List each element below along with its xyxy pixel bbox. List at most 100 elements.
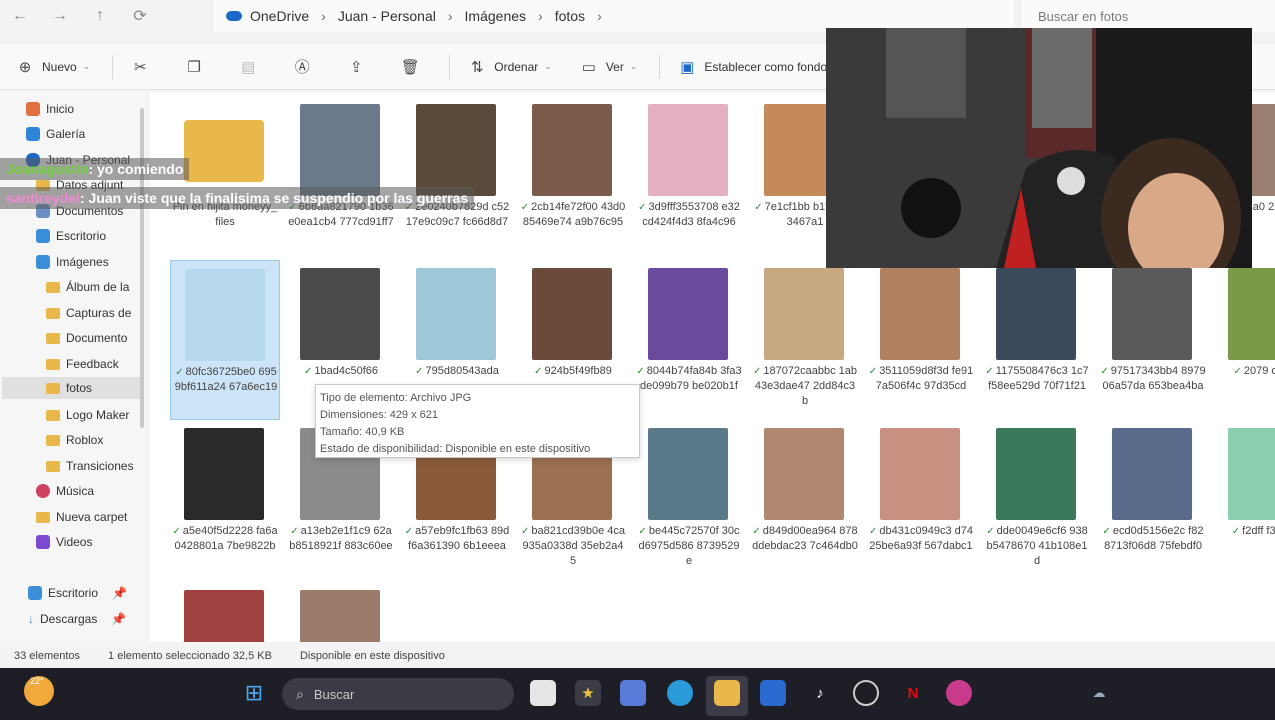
paste-button[interactable]: ▤ [239,58,265,76]
status-bar: 33 elementos 1 elemento seleccionado 32,… [0,644,1275,668]
photos-app-icon[interactable] [946,680,972,706]
forward-icon[interactable]: → [40,0,80,32]
image-thumbnail [184,428,264,520]
file-item[interactable]: ✓ 1175508476c3 1c7f58ee529d 70f71f21 [982,260,1092,420]
file-item[interactable]: ✓ 3511059d8f3d fe917a506f4c 97d35cd [866,260,976,420]
file-name: ✓ db431c0949c3 d7425be6a93f 567dabc1 [868,524,974,554]
file-name-text: a13eb2e1f1c9 62ab8518921f 883c60ee [289,525,393,552]
file-name: ✓ 1bad4c50f66 [288,364,394,379]
breadcrumb-item[interactable]: fotos [555,8,585,24]
sync-status-icon: ✓ [1102,526,1111,537]
chevron-right-icon[interactable]: › [448,8,453,24]
chevron-right-icon[interactable]: › [321,8,326,24]
sync-status-icon: ✓ [985,366,994,377]
copilot-icon[interactable] [620,680,646,706]
file-item[interactable]: ✓ be445c72570f 30cd6975d586 8739529e [634,420,744,580]
file-name: ✓ ecd0d5156e2c f828713f06d8 75febdf0 [1100,524,1206,554]
pin-icon: 📌 [112,586,127,600]
sidebar-item-label: Imágenes [56,255,109,269]
file-item[interactable]: ✓2079 c2 240 [1214,260,1275,420]
chevron-down-icon: ⌄ [629,61,638,71]
chat-message: santireydel: Juan viste que la finalisim… [0,187,475,209]
sidebar-item-fotos[interactable]: fotos [2,377,140,399]
file-name: ✓f2dff f3fd 13b [1216,524,1275,539]
back-icon[interactable]: ← [0,0,40,32]
folder-icon [184,120,264,182]
chevron-right-icon[interactable]: › [597,8,602,24]
task-view-icon[interactable] [530,680,556,706]
file-item[interactable]: ✓ db431c0949c3 d7425be6a93f 567dabc1 [866,420,976,580]
chevron-right-icon[interactable]: › [538,8,543,24]
sort-button[interactable]: ⇅ Ordenar ⌄ [468,58,552,76]
sidebar-item-gallery[interactable]: Galería [26,123,166,145]
set-wallpaper-button[interactable]: ▣ Establecer como fondo [678,58,827,76]
file-item[interactable]: ✓f2dff f3fd 13b [1214,420,1275,580]
file-name-text: 795d80543ada [425,365,499,377]
breadcrumb-item[interactable]: Imágenes [465,8,526,24]
file-item[interactable]: ✓ 2cb14fe72f00 43d085469e74 a9b76c95 [518,96,628,256]
sidebar-item-home[interactable]: Inicio [26,98,166,120]
file-item[interactable]: ✓ d849d00ea964 878ddebdac23 7c464db0 [750,420,860,580]
tooltip-availability: Estado de disponibilidad: Disponible en … [320,443,591,455]
netflix-icon[interactable]: N [900,680,926,706]
file-item[interactable]: ✓ 3d9fff3553708 e32cd424f4d3 8fa4c96 [634,96,744,256]
rename-icon: Ⓐ [294,59,310,76]
file-item[interactable]: ✓ 80fc36725be0 6959bf611a24 67a6ec19 [170,260,280,420]
delete-button[interactable]: 🗑 [401,58,427,76]
image-thumbnail [648,104,728,196]
file-item[interactable]: ✓6b8aa821790 1b36e0ea1cb4 777cd91ff7 [286,96,396,256]
copy-button[interactable]: ❐ [185,58,211,76]
view-button[interactable]: ▭ Ver ⌄ [580,58,638,76]
sidebar-item-label: Escritorio [56,229,107,243]
rename-button[interactable]: Ⓐ [293,58,319,76]
sync-status-icon: ✓ [521,526,530,537]
share-button[interactable]: ⇪ [347,58,373,76]
file-explorer-icon[interactable] [714,680,740,706]
file-item[interactable]: ✓ a5e40f5d2228 fa6a0428801a 7be9822b [170,420,280,580]
edge-icon[interactable] [667,680,693,706]
sync-status-icon: ✓ [534,366,543,377]
store-icon[interactable] [760,680,786,706]
file-name: ✓ 187072caabbc 1ab43e3dae47 2dd84c3b [752,364,858,409]
sidebar-scrollbar[interactable] [140,108,144,428]
file-item[interactable]: ✓2e0240b7829d c5217e9c09c7 fc66d8d7 [402,96,512,256]
file-item[interactable]: ✓ 187072caabbc 1ab43e3dae47 2dd84c3b [750,260,860,420]
file-name-text: ba821cd39b0e 4ca935a0338d 35eb2a45 [522,525,625,567]
folder-icon [46,434,60,446]
breadcrumb-item[interactable]: Juan - Personal [338,8,436,24]
file-item[interactable]: ✓ 97517343bb4 897906a57da 653bea4ba [1098,260,1208,420]
file-name: ✓ a5e40f5d2228 fa6a0428801a 7be9822b [172,524,278,554]
plus-icon: ⊕ [18,58,32,76]
scissors-icon: ✂ [133,58,147,76]
tiktok-icon[interactable]: ♪ [807,680,833,706]
file-name-text: 2cb14fe72f00 43d085469e74 a9b76c95 [522,201,626,228]
taskbar-search[interactable]: ⌕ Buscar [282,678,514,710]
new-button[interactable]: ⊕ Nuevo ⌄ [16,58,91,76]
file-name-text: 8044b74fa84b 3fa3de099b79 be020b1f [640,365,742,392]
chat-text: : yo comiendo [88,161,184,177]
sidebar-item-downloads[interactable]: ↓ Descargas 📌 [28,608,168,630]
file-item[interactable]: ✓ 8044b74fa84b 3fa3de099b79 be020b1f [634,260,744,420]
file-name-text: dde0049e6cf6 938b5478670 41b108e1d [986,525,1088,567]
file-name: ✓ 924b5f49fb89 [520,364,626,379]
file-item[interactable] [286,582,396,642]
tray-cloud-icon[interactable]: ☁ [1086,680,1112,706]
file-item[interactable]: ✓ ecd0d5156e2c f828713f06d8 75febdf0 [1098,420,1208,580]
star-app-icon[interactable]: ★ [575,680,601,706]
file-name: ✓ d849d00ea964 878ddebdac23 7c464db0 [752,524,858,554]
up-icon[interactable]: ↑ [80,0,120,32]
sync-status-icon: ✓ [753,366,762,377]
cut-button[interactable]: ✂ [131,58,157,76]
obs-icon[interactable] [853,680,879,706]
windows-start-icon[interactable]: ⊞ [241,680,267,706]
music-icon [36,484,50,498]
file-item[interactable]: ✓ dde0049e6cf6 938b5478670 41b108e1d [982,420,1092,580]
sync-status-icon: ✓ [638,202,647,213]
sidebar-item-label: Transiciones [66,459,134,473]
refresh-icon[interactable]: ⟳ [120,0,160,32]
breadcrumb-item[interactable]: OneDrive [250,8,309,24]
file-name: ✓ dde0049e6cf6 938b5478670 41b108e1d [984,524,1090,569]
sidebar-item-quick-desktop[interactable]: Escritorio 📌 [28,582,168,604]
file-item[interactable] [170,582,280,642]
search-icon: ⌕ [296,685,304,702]
